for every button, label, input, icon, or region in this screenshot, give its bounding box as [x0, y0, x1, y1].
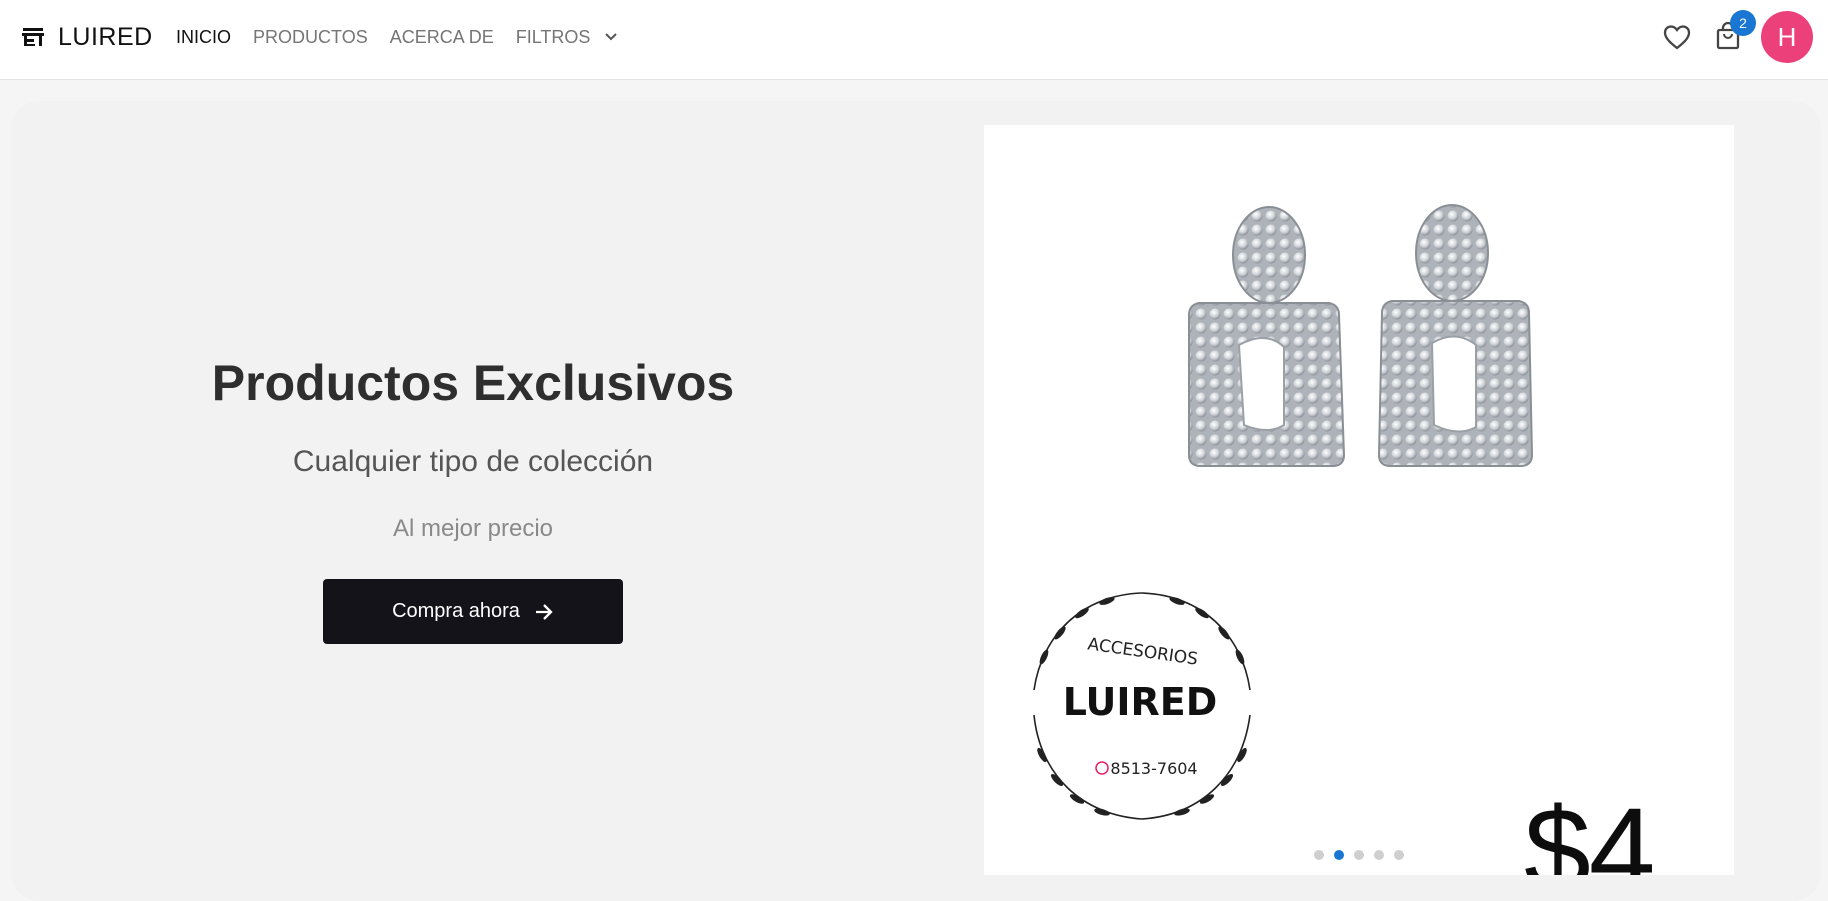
- brand-name: LUIRED: [58, 22, 153, 51]
- main-nav: INICIO PRODUCTOS ACERCA DE FILTROS: [176, 24, 640, 50]
- arrow-right-icon: [534, 603, 554, 621]
- nav-item-filtros-dropdown[interactable]: FILTROS: [516, 24, 619, 50]
- earrings-product-image: [1188, 204, 1534, 467]
- brand-logo-link[interactable]: LUIRED: [22, 20, 153, 54]
- buy-now-label: Compra ahora: [392, 600, 520, 622]
- carousel-dot-4[interactable]: [1374, 850, 1384, 860]
- chevron-down-icon: [604, 32, 618, 42]
- seal-brand-text: LUIRED: [1063, 680, 1218, 724]
- carousel-dot-3[interactable]: [1354, 850, 1364, 860]
- carousel-dot-5[interactable]: [1394, 850, 1404, 860]
- buy-now-button[interactable]: Compra ahora: [323, 579, 623, 644]
- hero-tagline: Al mejor precio: [392, 515, 554, 542]
- top-navbar: LUIRED INICIO PRODUCTOS ACERCA DE FILTRO…: [0, 0, 1828, 80]
- nav-item-label: ACERCA DE: [389, 27, 494, 47]
- nav-item-label: PRODUCTOS: [253, 27, 368, 47]
- cart-count-badge: 2: [1730, 10, 1756, 36]
- carousel-dot-1[interactable]: [1314, 850, 1324, 860]
- carousel-dot-2[interactable]: [1334, 850, 1344, 860]
- storefront-icon: [22, 27, 44, 47]
- seal-top-text: ACCESORIOS: [1086, 634, 1199, 669]
- hero-text-block: Productos Exclusivos Cualquier tipo de c…: [11, 101, 935, 899]
- avatar[interactable]: H: [1761, 11, 1813, 63]
- product-carousel[interactable]: ACCESORIOS LUIRED 8513-7604 $4: [984, 125, 1734, 875]
- carousel-dots: [984, 850, 1734, 860]
- luired-seal-logo: ACCESORIOS LUIRED 8513-7604: [1033, 592, 1251, 820]
- nav-item-acerca-de[interactable]: ACERCA DE: [390, 24, 494, 50]
- nav-item-label: INICIO: [176, 27, 232, 47]
- hero-title: Productos Exclusivos: [211, 355, 735, 411]
- nav-item-inicio[interactable]: INICIO: [176, 24, 231, 50]
- product-price: $4: [1524, 783, 1655, 875]
- seal-phone-text: 8513-7604: [1110, 759, 1197, 778]
- nav-item-productos[interactable]: PRODUCTOS: [253, 24, 368, 50]
- heart-icon[interactable]: [1663, 24, 1691, 50]
- hero-subtitle: Cualquier tipo de colección: [292, 445, 654, 478]
- nav-item-label: FILTROS: [515, 27, 591, 47]
